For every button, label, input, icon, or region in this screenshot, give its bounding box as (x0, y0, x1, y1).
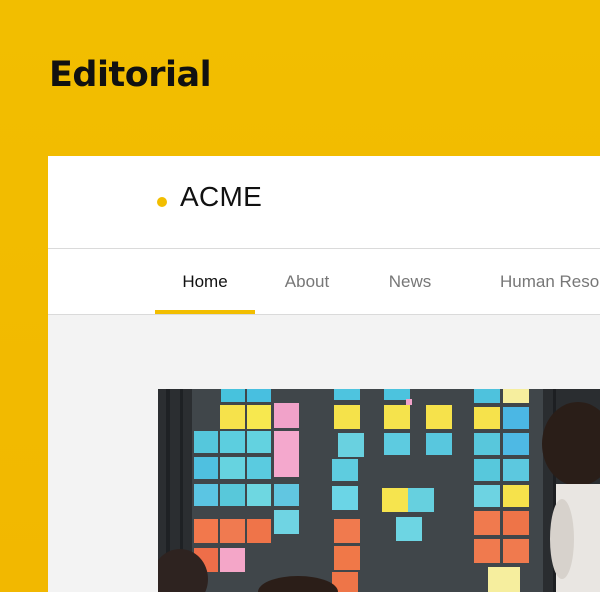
sticky-note-wall-photo (158, 389, 600, 592)
nav-tab-news[interactable]: News (374, 249, 446, 314)
brand-name[interactable]: ACME (180, 183, 262, 211)
hero-image (158, 389, 600, 592)
brand-dot-icon (157, 197, 167, 207)
nav-tab-human-resources[interactable]: Human Reso (486, 249, 600, 314)
site-header: ACME (48, 156, 600, 249)
nav-tab-about[interactable]: About (270, 249, 344, 314)
website-preview: ACME Home About News Human Reso (48, 156, 600, 592)
nav-tab-home[interactable]: Home (155, 249, 255, 314)
card-title: Editorial (49, 55, 212, 95)
main-nav: Home About News Human Reso (48, 249, 600, 315)
